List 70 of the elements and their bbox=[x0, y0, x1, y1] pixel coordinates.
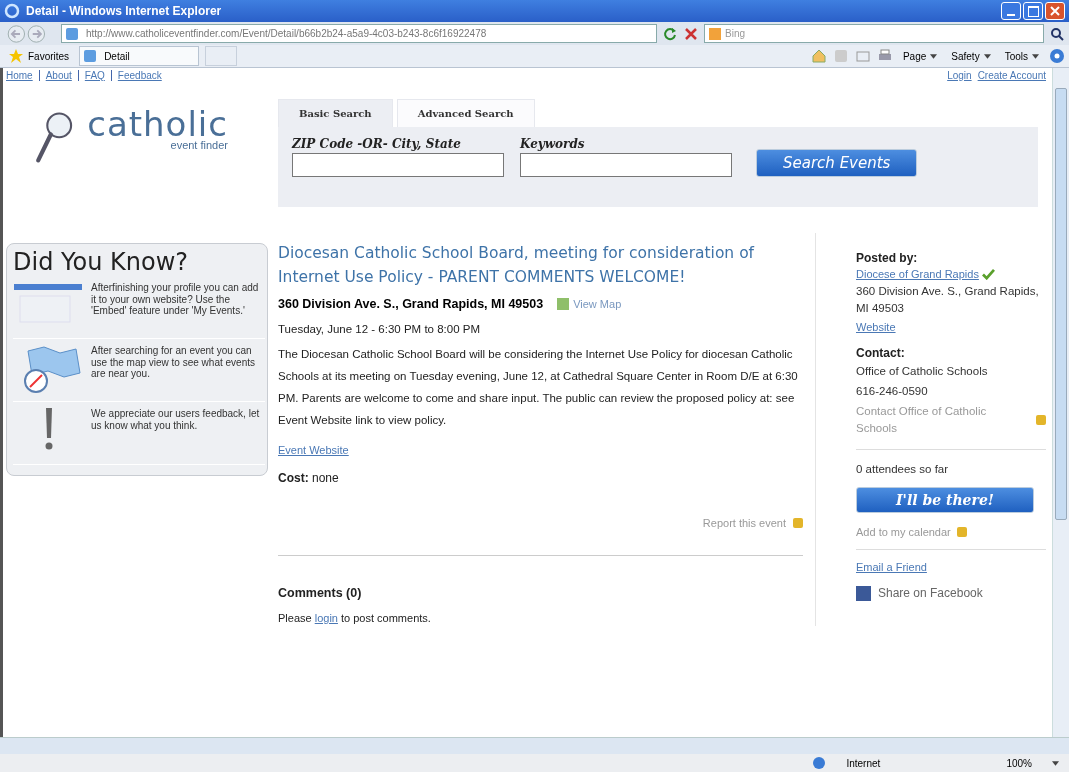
view-map-link[interactable]: View Map bbox=[557, 298, 622, 311]
input-field[interactable] bbox=[520, 153, 732, 177]
home-icon[interactable] bbox=[810, 48, 827, 64]
poster-address: 360 Division Ave. S., Grand Rapids, MI 49503 bbox=[856, 284, 1040, 317]
address-field[interactable]: http://www.catholiceventfinder.com/Event/Detail/b66b2b24-a5a9-4c03-b243-8c6f16922478 bbox=[61, 24, 657, 43]
comments-heading: Comments (0) bbox=[278, 585, 363, 600]
nav-link[interactable]: About bbox=[38, 70, 72, 81]
account-link[interactable]: Login bbox=[947, 70, 972, 81]
website-link[interactable]: Website bbox=[856, 320, 1046, 333]
tip-text: Afterfinishing your profile you can add it to your own website? Use the 'Embed' feature under 'My Events.' bbox=[91, 282, 260, 318]
contact-phone: 616-246-0590 bbox=[856, 383, 929, 399]
search-tab[interactable]: Basic Search bbox=[278, 99, 393, 127]
exclamation-icon bbox=[45, 408, 53, 450]
favorites-button[interactable]: Favorites bbox=[4, 48, 74, 64]
star-icon bbox=[8, 48, 24, 64]
tip-text: After searching for an event you can use the map view to see what events are near you. bbox=[91, 345, 256, 381]
contact-link[interactable]: Contact Office of Catholic Schools bbox=[856, 403, 1030, 438]
caret-icon bbox=[983, 53, 991, 59]
attendee-count: 0 attendees so far bbox=[856, 461, 950, 477]
caret-icon[interactable] bbox=[1052, 760, 1059, 766]
refresh-icon[interactable] bbox=[662, 25, 678, 42]
field-label: ZIP Code -OR- City, State bbox=[292, 137, 462, 151]
search-field[interactable]: Bing bbox=[704, 24, 1044, 43]
search-icon[interactable] bbox=[1049, 25, 1065, 42]
logo-tagline: event finder bbox=[170, 139, 228, 151]
event-title: Diocesan Catholic School Board, meeting for consideration of Internet Use Policy - PARENT COMMENTS WELCOME! bbox=[278, 243, 756, 288]
tips-heading: Did You Know? bbox=[13, 248, 189, 276]
close-icon[interactable] bbox=[683, 25, 699, 42]
close-icon bbox=[1050, 6, 1060, 16]
tip-text: We appreciate our users feedback, let us know what you think. bbox=[91, 408, 261, 433]
search-events-button[interactable]: Search Events bbox=[756, 149, 918, 177]
input-field[interactable] bbox=[292, 153, 504, 177]
event-description: The Diocesan Catholic School Board will be considering the Internet Use Policy for diocesan Catholic Schools at its meeting on Tuesday evening, June 12, at Cathedral Square Center in Room D/E at 6:30 PM. Parents are welcome to come and share input. The public can review the proposed policy at: see Event Website link to view policy. bbox=[278, 347, 799, 428]
login-link[interactable]: login bbox=[314, 611, 338, 624]
toolbar-menu[interactable]: Safety bbox=[947, 50, 995, 62]
vertical-scrollbar[interactable] bbox=[1052, 68, 1069, 737]
security-zone: Internet bbox=[846, 757, 882, 769]
comments-prompt: Please login to post comments. bbox=[278, 610, 432, 626]
event-time: Tuesday, June 12 - 6:30 PM to 8:00 PM bbox=[278, 322, 481, 338]
horizontal-scrollbar[interactable] bbox=[0, 737, 1069, 754]
email-friend-link[interactable]: Email a Friend bbox=[856, 560, 1046, 573]
caret-icon bbox=[1032, 53, 1039, 59]
zoom-level[interactable]: 100% bbox=[1006, 757, 1032, 769]
minimize-button[interactable] bbox=[1001, 2, 1021, 20]
report-link[interactable]: Report this event bbox=[702, 516, 786, 529]
contact-name: Office of Catholic Schools bbox=[856, 363, 989, 379]
event-website-link[interactable]: Event Website bbox=[278, 443, 349, 456]
browser-tab[interactable]: Detail bbox=[79, 46, 200, 66]
posted-by-heading: Posted by: bbox=[856, 251, 919, 265]
close-button[interactable] bbox=[1045, 2, 1065, 20]
window-title: Detail - Windows Internet Explorer bbox=[26, 4, 223, 18]
field-label: Keywords bbox=[520, 137, 586, 151]
attend-button[interactable]: I'll be there! bbox=[856, 486, 1034, 513]
contact-heading: Contact: bbox=[856, 345, 906, 360]
nav-link[interactable]: Home bbox=[6, 70, 33, 81]
maximize-button[interactable] bbox=[1023, 2, 1043, 20]
nav-link[interactable]: FAQ bbox=[77, 70, 105, 81]
caret-icon bbox=[930, 53, 938, 59]
poster-link[interactable]: Diocese of Grand Rapids bbox=[856, 268, 979, 280]
toolbar-menu[interactable]: Page bbox=[898, 50, 942, 62]
nav-link[interactable]: Feedback bbox=[110, 70, 162, 81]
facebook-share-link[interactable]: Share on Facebook bbox=[878, 586, 983, 601]
search-tab[interactable]: Advanced Search bbox=[396, 99, 535, 127]
event-cost: Cost: none bbox=[278, 469, 340, 487]
calendar-link[interactable]: Add to my calendar bbox=[856, 525, 951, 538]
toolbar-menu[interactable]: Tools bbox=[1000, 50, 1043, 62]
checkmark-icon bbox=[981, 268, 995, 280]
event-address: 360 Division Ave. S., Grand Rapids, MI 49503 bbox=[278, 297, 544, 312]
account-link[interactable]: Create Account bbox=[977, 70, 1046, 81]
logo-wordmark[interactable]: catholic bbox=[87, 107, 228, 141]
